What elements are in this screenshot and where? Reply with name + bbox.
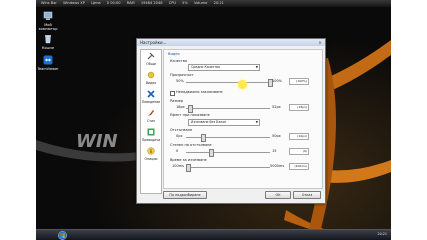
desktop-screen: WIN Wins Bar Windows XP Цена 0 00:00 RAM…	[36, 0, 391, 240]
size-value: (18px)	[289, 104, 309, 111]
sidebar-item-label: Преводачи	[141, 138, 161, 142]
quality-select[interactable]: Средно Качество ▼	[188, 64, 260, 71]
delay-value: (100ms)	[289, 163, 309, 170]
close-icon[interactable]: ×	[317, 40, 323, 45]
settings-dialog: Настройки... × Общи Видео Поведение Стил…	[136, 38, 326, 204]
transparency-max: 100%	[272, 79, 283, 83]
wallpaper-logo-text: WIN	[76, 131, 118, 152]
taskbar: 20:21	[36, 229, 391, 240]
chevron-down-icon: ▼	[255, 120, 258, 124]
panel-tab-title: Видео	[168, 52, 180, 56]
transparency-min: 50%	[176, 79, 184, 83]
delay-max: 5000ms	[270, 164, 285, 168]
cancel-button[interactable]: Отказ	[293, 191, 321, 199]
shadow-track	[186, 137, 270, 138]
sidebar-item-video[interactable]: Видео	[141, 69, 161, 88]
delay-label: Време за изчезване	[170, 158, 207, 162]
topbar-item[interactable]: Volume	[194, 0, 207, 7]
delay-slider[interactable]	[185, 164, 191, 172]
delay-track	[186, 167, 270, 168]
letterbox-right	[391, 0, 427, 240]
shadow-value: (10px)	[289, 133, 309, 140]
offset-min: 0	[176, 149, 179, 153]
sidebar-item-label: Общи	[146, 62, 156, 66]
cursor-highlight	[238, 80, 247, 89]
topbar-item[interactable]: Wins Bar	[41, 0, 57, 7]
sidebar-item-general[interactable]: Общи	[141, 50, 161, 69]
chevron-down-icon: ▼	[255, 65, 258, 69]
style-icon	[148, 110, 154, 116]
behavior-icon	[147, 90, 155, 98]
transparency-label: Прозрачност	[170, 73, 194, 77]
shadow-max: 50px	[272, 134, 281, 138]
desktop-icon-teamviewer[interactable]: TeamViewer	[36, 55, 60, 71]
transparency-value: (100%)	[289, 78, 309, 85]
start-orb-icon[interactable]	[58, 231, 67, 240]
translate-icon	[147, 128, 155, 136]
desktop-icon-label: Кошче	[41, 46, 55, 50]
delay-min: 100ms	[172, 164, 184, 168]
desktop-icon-label: Мой компютър	[38, 23, 58, 31]
teamviewer-icon	[43, 55, 53, 65]
size-label: Размер	[170, 99, 184, 103]
offset-max: 15	[272, 149, 277, 153]
offset-track	[186, 152, 270, 153]
quality-label: Качество	[170, 59, 188, 63]
desktop-icon-computer[interactable]: Мой компютър	[36, 11, 60, 31]
topbar-item: RAM	[126, 1, 135, 5]
video-icon	[147, 71, 155, 79]
size-track	[186, 108, 270, 109]
transparency-track	[186, 82, 270, 83]
size-slider[interactable]	[188, 105, 194, 113]
ok-button[interactable]: OK	[265, 191, 291, 199]
topbar-item: CPU	[168, 1, 177, 5]
shadow-min: 0px	[176, 134, 183, 138]
topbar-item[interactable]: Windows XP	[63, 0, 85, 7]
recycle-bin-icon	[45, 35, 51, 44]
restore-defaults-button[interactable]: По подразбиране	[163, 191, 207, 199]
shadow-label: Отстъпване	[170, 128, 193, 132]
topbar-item: Цена	[91, 1, 101, 5]
offset-value: (0)	[289, 148, 309, 155]
sidebar-item-options[interactable]: Опиции	[141, 145, 161, 164]
sidebar-item-label: Стил	[146, 119, 156, 123]
shadow-slider[interactable]	[200, 134, 206, 142]
quality-select-value: Средно Качество	[191, 65, 220, 69]
offset-label: Степен на отстъпване	[170, 143, 212, 147]
topbar-item: 19484 2048	[140, 1, 163, 5]
sidebar-item-label: Опиции	[144, 157, 158, 161]
topbar-item: 0 00:00	[106, 1, 121, 5]
topbar-item: 20:21	[213, 1, 224, 5]
settings-sidebar: Общи Видео Поведение Стил Преводачи Опиц…	[140, 49, 162, 194]
lock-checkbox[interactable]	[170, 91, 175, 96]
sidebar-item-style[interactable]: Стил	[141, 107, 161, 126]
desktop-icon-recycle-bin[interactable]: Кошче	[36, 34, 60, 50]
effect-select[interactable]: Изчезване без Балон ▼	[188, 119, 260, 126]
letterbox-left	[0, 0, 36, 240]
lock-checkbox-label: Неподвижно заключване	[176, 90, 223, 94]
computer-icon	[43, 11, 53, 20]
effect-label: Ефект при показване	[170, 113, 210, 117]
size-min: 18px	[176, 105, 185, 109]
sidebar-item-label: Видео	[145, 81, 157, 85]
desktop-icon-label: TeamViewer	[37, 67, 59, 71]
sidebar-item-translators[interactable]: Преводачи	[141, 126, 161, 145]
size-max: 52px	[272, 105, 281, 109]
top-status-bar: Wins Bar Windows XP Цена 0 00:00 RAM 194…	[36, 0, 391, 7]
dialog-title: Настройки...	[137, 39, 325, 46]
topbar-item: 5%	[182, 1, 188, 5]
info-icon	[147, 147, 155, 155]
tools-icon	[147, 52, 155, 60]
offset-slider[interactable]	[209, 149, 215, 157]
video-settings-panel: Видео Качество Средно Качество ▼ Прозрач…	[163, 49, 323, 189]
effect-select-value: Изчезване без Балон	[191, 120, 227, 124]
taskbar-clock[interactable]: 20:21	[377, 232, 387, 236]
sidebar-item-behavior[interactable]: Поведение	[141, 88, 161, 107]
sidebar-item-label: Поведение	[141, 100, 161, 104]
